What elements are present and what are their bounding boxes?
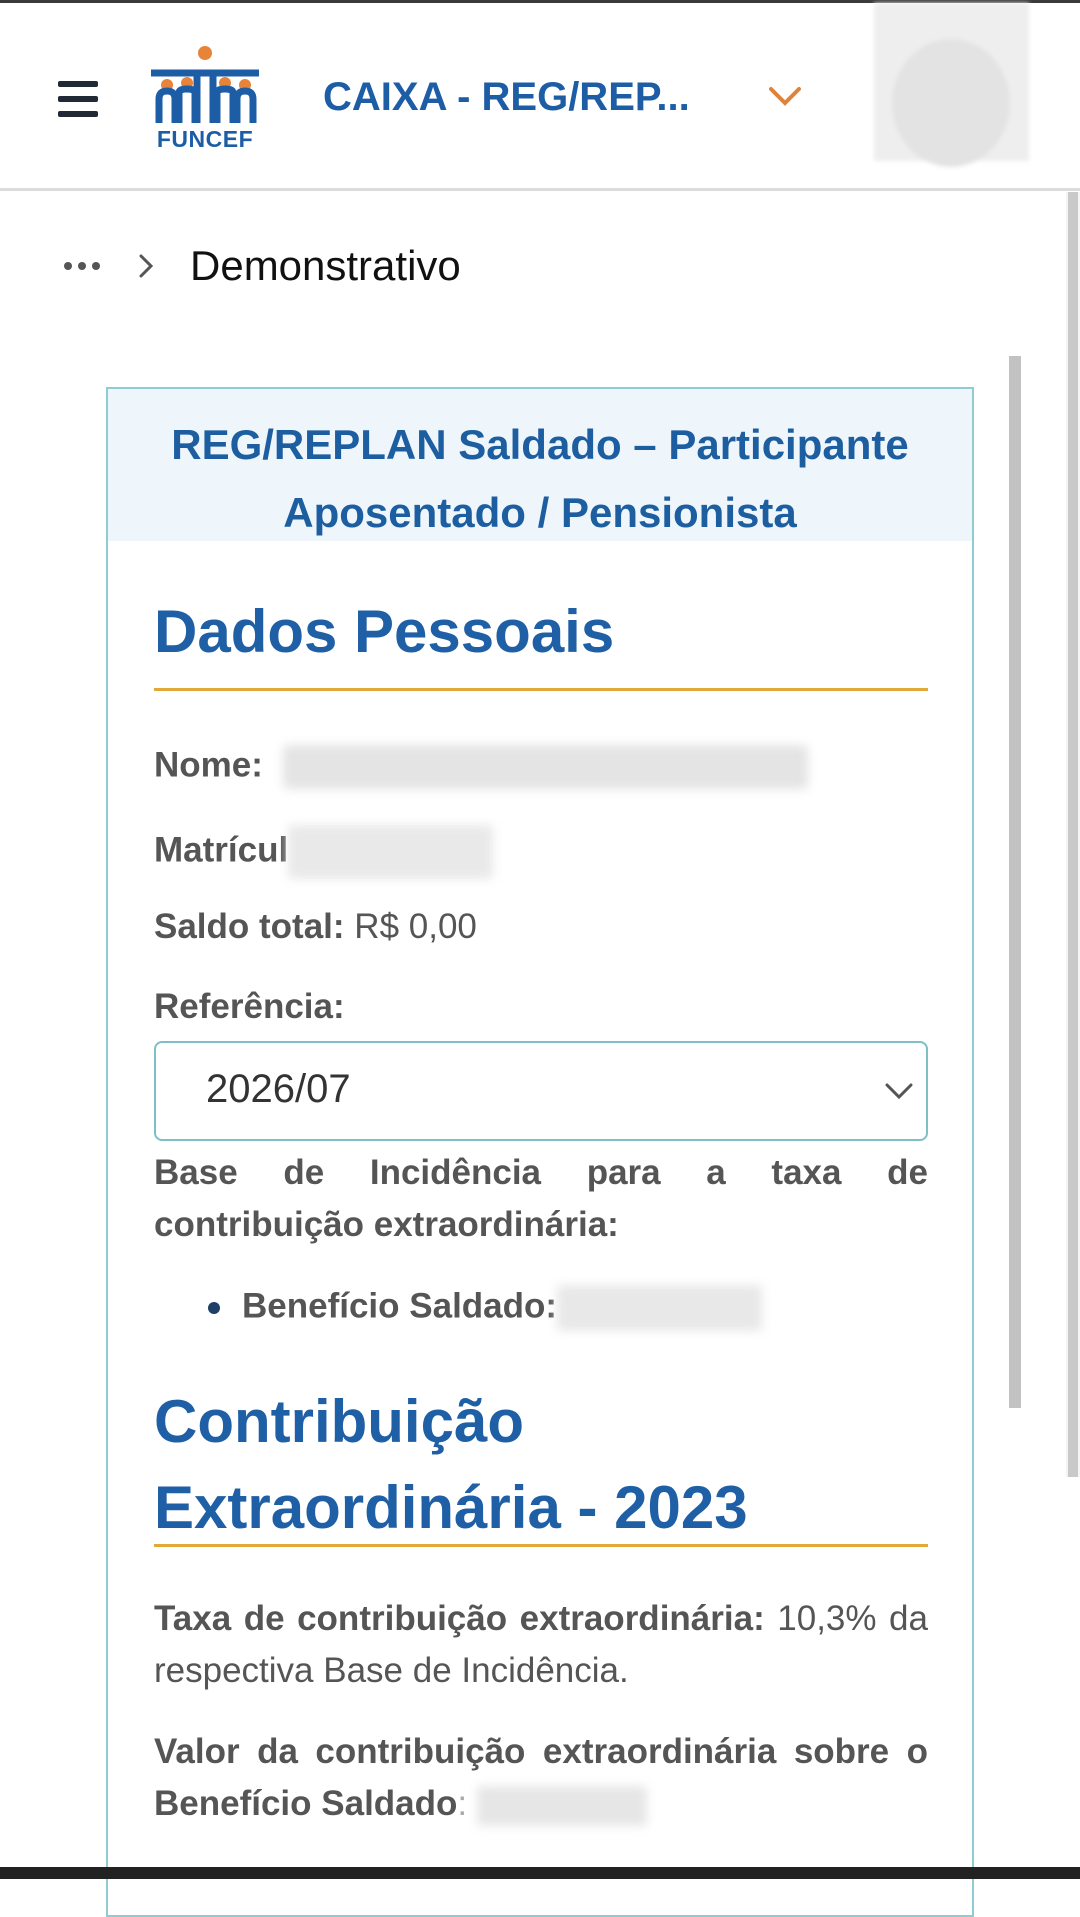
more-icon[interactable] xyxy=(62,261,104,271)
section-title-contribuicao: Contribuição Extraordinária - 2023 xyxy=(154,1379,928,1547)
bottom-edge xyxy=(0,1867,1080,1879)
field-saldo: Saldo total: R$ 0,00 xyxy=(154,907,477,947)
taxa-label: Taxa de contribuição extraordinária: xyxy=(154,1599,765,1638)
matricula-label: Matrícul xyxy=(154,830,289,870)
field-referencia: Referência: xyxy=(154,987,345,1027)
org-selector[interactable]: CAIXA - REG/REP... xyxy=(323,75,690,125)
referencia-select[interactable]: 2026/07 xyxy=(154,1041,928,1141)
section-title-dados: Dados Pessoais xyxy=(154,597,928,691)
logo-text: FUNCEF xyxy=(156,126,254,152)
card-title: REG/REPLAN Saldado – Participante Aposen… xyxy=(108,389,972,541)
field-nome: Nome: xyxy=(154,745,808,789)
funcef-logo[interactable]: FUNCEF xyxy=(145,43,265,155)
breadcrumb-current: Demonstrativo xyxy=(190,242,461,289)
nome-label: Nome: xyxy=(154,745,263,785)
statement-card: REG/REPLAN Saldado – Participante Aposen… xyxy=(106,387,974,1917)
beneficio-value-redacted xyxy=(557,1285,763,1331)
chevron-right-icon xyxy=(139,254,154,278)
funcef-logo-mark xyxy=(151,46,259,123)
app-header: FUNCEF CAIXA - REG/REP... xyxy=(0,3,1080,191)
chevron-down-icon[interactable] xyxy=(768,85,802,109)
card-title-line2: Aposentado / Pensionista xyxy=(283,489,797,536)
referencia-label: Referência: xyxy=(154,987,345,1026)
menu-icon[interactable] xyxy=(58,81,98,117)
beneficio-item: Benefício Saldado: xyxy=(207,1285,763,1331)
field-matricula: Matrícul xyxy=(154,825,494,879)
valor-value-redacted xyxy=(476,1785,647,1826)
saldo-label: Saldo total: xyxy=(154,907,345,946)
taxa-text: Taxa de contribuição extraordinária: 10,… xyxy=(154,1593,928,1697)
card-title-line1: REG/REPLAN Saldado – Participante xyxy=(171,421,909,468)
referencia-value: 2026/07 xyxy=(206,1067,351,1111)
card-scrollbar[interactable] xyxy=(1009,356,1021,1408)
page-scrollbar-thumb[interactable] xyxy=(1068,192,1078,1477)
saldo-value: R$ 0,00 xyxy=(354,907,477,946)
breadcrumb: Demonstrativo xyxy=(62,236,461,296)
matricula-value-redacted xyxy=(288,825,494,879)
valor-text: Valor da contribuição extraordinária sob… xyxy=(154,1726,928,1830)
contribuicao-title-line1: Contribuição xyxy=(154,1388,524,1455)
nome-value-redacted xyxy=(282,745,808,789)
beneficio-label: Benefício Saldado: xyxy=(242,1286,558,1326)
avatar[interactable] xyxy=(874,3,1029,167)
contribuicao-title-line2: Extraordinária - 2023 xyxy=(154,1474,748,1541)
chevron-down-icon xyxy=(885,1083,913,1100)
base-incidencia-label: Base de Incidência para a taxa de contri… xyxy=(154,1153,928,1244)
